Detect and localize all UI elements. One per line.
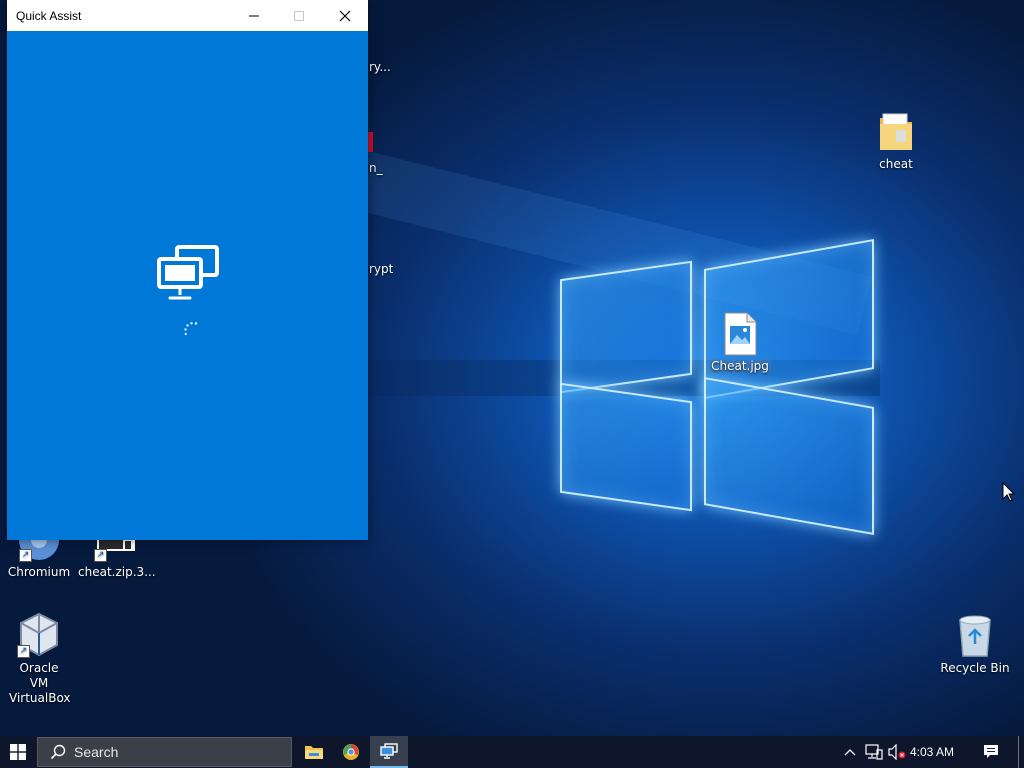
taskbar-search-box[interactable]: Search bbox=[37, 737, 292, 767]
desktop-icon-label: cheat bbox=[879, 157, 913, 171]
remote-connection-icon bbox=[157, 245, 219, 300]
close-icon bbox=[339, 10, 351, 21]
shortcut-arrow-icon: ↗ bbox=[17, 645, 30, 658]
close-button[interactable] bbox=[322, 0, 368, 31]
taskbar-clock[interactable]: 4:03 AM bbox=[910, 736, 954, 768]
partial-icon-label[interactable]: n_ bbox=[369, 161, 383, 175]
search-icon bbox=[50, 744, 66, 760]
start-button[interactable] bbox=[0, 736, 36, 768]
windows-logo-wallpaper bbox=[558, 228, 876, 548]
network-status-button[interactable] bbox=[862, 736, 886, 768]
search-placeholder: Search bbox=[74, 744, 119, 760]
quick-assist-icon bbox=[380, 743, 398, 759]
folder-icon bbox=[876, 110, 916, 154]
recycle-bin-icon bbox=[955, 614, 995, 658]
volume-button[interactable] bbox=[886, 736, 908, 768]
taskbar: Search 4:03 AM bbox=[0, 736, 1024, 768]
windows-start-icon bbox=[10, 744, 26, 760]
desktop-icon-cheat-folder[interactable]: cheat bbox=[858, 110, 934, 172]
maximize-button bbox=[276, 0, 322, 31]
quick-assist-titlebar[interactable]: Quick Assist bbox=[7, 0, 368, 31]
notifications-icon bbox=[984, 745, 998, 758]
action-center-button[interactable] bbox=[976, 736, 1006, 768]
minimize-button[interactable] bbox=[231, 0, 277, 31]
volume-muted-icon bbox=[888, 744, 906, 760]
desktop-icon-virtualbox[interactable]: ↗ Oracle VM VirtualBox bbox=[1, 612, 77, 706]
taskbar-quick-assist[interactable] bbox=[370, 736, 408, 768]
chevron-up-icon bbox=[844, 749, 856, 756]
desktop-icon-cheat-jpg[interactable]: Cheat.jpg bbox=[702, 312, 778, 374]
partial-icon-label[interactable]: rypt bbox=[369, 262, 393, 276]
virtualbox-icon: ↗ bbox=[17, 612, 61, 658]
shortcut-arrow-icon: ↗ bbox=[94, 549, 107, 562]
show-hidden-icons-button[interactable] bbox=[839, 736, 861, 768]
mouse-cursor-icon bbox=[1002, 482, 1016, 502]
shortcut-arrow-icon: ↗ bbox=[19, 549, 32, 562]
window-title: Quick Assist bbox=[16, 8, 82, 23]
file-explorer-icon bbox=[305, 746, 323, 759]
quick-assist-window[interactable]: Quick Assist bbox=[7, 0, 368, 540]
desktop-icon-label: cheat.zip.3... bbox=[78, 565, 156, 579]
partial-icon-label[interactable]: ry... bbox=[369, 60, 391, 74]
network-icon bbox=[865, 744, 883, 760]
taskbar-chromium[interactable] bbox=[333, 736, 369, 768]
desktop-icon-recycle-bin[interactable]: Recycle Bin bbox=[937, 614, 1013, 676]
desktop-icon-label: Oracle VM VirtualBox bbox=[9, 661, 71, 705]
desktop-icon-label: Recycle Bin bbox=[940, 661, 1010, 675]
chromium-icon bbox=[343, 744, 359, 760]
show-desktop-button[interactable] bbox=[1018, 736, 1024, 768]
desktop-icon-label: Chromium bbox=[7, 565, 71, 579]
minimize-icon bbox=[249, 15, 259, 16]
image-file-icon bbox=[723, 312, 757, 356]
partial-icon[interactable] bbox=[368, 132, 373, 152]
maximize-icon bbox=[294, 10, 304, 21]
loading-spinner-icon bbox=[184, 322, 198, 336]
taskbar-file-explorer[interactable] bbox=[296, 736, 332, 768]
desktop-icon-label: Cheat.jpg bbox=[709, 359, 771, 373]
